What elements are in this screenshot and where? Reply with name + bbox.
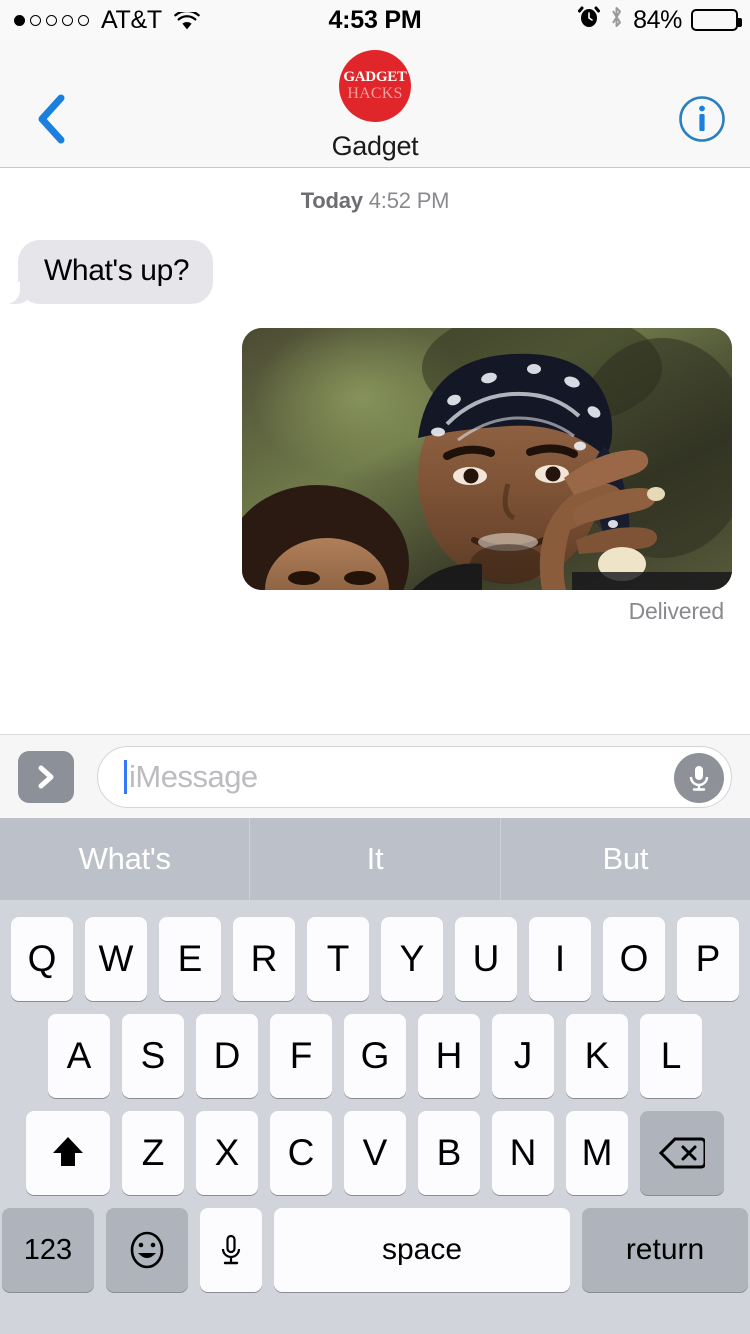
message-input-placeholder: iMessage	[129, 758, 258, 794]
key-v[interactable]: V	[344, 1111, 406, 1195]
avatar[interactable]: GADGET HACKS	[339, 50, 411, 122]
return-key[interactable]: return	[582, 1208, 748, 1292]
dictation-key[interactable]	[200, 1208, 262, 1292]
message-text: What's up?	[44, 254, 190, 287]
key-q[interactable]: Q	[11, 917, 73, 1001]
contact-header[interactable]: GADGET HACKS Gadget	[0, 40, 750, 162]
key-o[interactable]: O	[603, 917, 665, 1001]
key-d[interactable]: D	[196, 1014, 258, 1098]
key-p[interactable]: P	[677, 917, 739, 1001]
info-circle-icon	[679, 96, 725, 142]
key-j[interactable]: J	[492, 1014, 554, 1098]
key-m[interactable]: M	[566, 1111, 628, 1195]
timestamp-day: Today	[300, 188, 363, 213]
conversation-timestamp: Today 4:52 PM	[0, 188, 750, 214]
microphone-icon	[221, 1234, 241, 1265]
key-b[interactable]: B	[418, 1111, 480, 1195]
battery-icon	[691, 9, 742, 31]
key-s[interactable]: S	[122, 1014, 184, 1098]
avatar-line-1: GADGET	[343, 69, 407, 85]
backspace-key[interactable]	[640, 1111, 724, 1195]
nav-bar: GADGET HACKS Gadget	[0, 40, 750, 168]
key-e[interactable]: E	[159, 917, 221, 1001]
microphone-icon	[689, 765, 709, 791]
key-z[interactable]: Z	[122, 1111, 184, 1195]
key-g[interactable]: G	[344, 1014, 406, 1098]
text-cursor	[124, 759, 127, 794]
attached-image	[242, 328, 732, 590]
timestamp-time: 4:52 PM	[368, 188, 450, 213]
key-w[interactable]: W	[85, 917, 147, 1001]
key-n[interactable]: N	[492, 1111, 554, 1195]
info-button[interactable]	[666, 88, 738, 150]
bluetooth-icon	[609, 5, 624, 36]
shift-arrow-up-icon	[53, 1137, 83, 1166]
key-l[interactable]: L	[640, 1014, 702, 1098]
key-h[interactable]: H	[418, 1014, 480, 1098]
prediction-2[interactable]: It	[249, 818, 499, 900]
key-i[interactable]: I	[529, 917, 591, 1001]
status-bar: AT&T 4:53 PM 84%	[0, 0, 750, 40]
avatar-line-2: HACKS	[347, 85, 403, 102]
key-k[interactable]: K	[566, 1014, 628, 1098]
delivery-status: Delivered	[628, 598, 725, 624]
alarm-clock-icon	[578, 5, 601, 36]
backspace-delete-icon	[659, 1137, 705, 1169]
smiley-face-icon	[130, 1231, 164, 1269]
numbers-key[interactable]: 123	[2, 1208, 94, 1292]
message-row-outgoing	[0, 304, 750, 590]
battery-percent-label: 84%	[633, 5, 682, 34]
space-key[interactable]: space	[274, 1208, 570, 1292]
key-f[interactable]: F	[270, 1014, 332, 1098]
chevron-right-icon	[38, 765, 54, 788]
key-t[interactable]: T	[307, 917, 369, 1001]
keyboard: What's It But Q W E R T Y U I O P A S D …	[0, 818, 750, 1334]
message-input-field[interactable]: iMessage	[97, 745, 732, 808]
keyboard-row-3: Z X C V B N M	[0, 1111, 750, 1195]
status-bar-right: 84%	[578, 5, 742, 36]
message-input-bar: iMessage	[0, 734, 750, 818]
key-a[interactable]: A	[48, 1014, 110, 1098]
prediction-3[interactable]: But	[499, 818, 750, 900]
message-bubble-image[interactable]	[242, 328, 732, 590]
keyboard-row-1: Q W E R T Y U I O P	[0, 917, 750, 1001]
predictive-text-bar: What's It But	[0, 818, 750, 900]
key-r[interactable]: R	[233, 917, 295, 1001]
key-c[interactable]: C	[270, 1111, 332, 1195]
message-row-incoming: What's up?	[0, 214, 750, 304]
message-bubble-incoming[interactable]: What's up?	[0, 240, 214, 304]
dictation-button[interactable]	[674, 752, 724, 803]
contact-name: Gadget	[331, 131, 419, 161]
conversation-area: Today 4:52 PM What's up? Delivered	[0, 169, 750, 734]
emoji-key[interactable]	[106, 1208, 188, 1292]
keyboard-row-4: 123 space return	[0, 1208, 750, 1292]
key-y[interactable]: Y	[381, 917, 443, 1001]
app-drawer-expand-button[interactable]	[18, 750, 74, 803]
prediction-1[interactable]: What's	[0, 818, 249, 900]
key-u[interactable]: U	[455, 917, 517, 1001]
key-x[interactable]: X	[196, 1111, 258, 1195]
shift-key[interactable]	[26, 1111, 110, 1195]
keyboard-row-2: A S D F G H J K L	[0, 1014, 750, 1098]
imessage-screen: AT&T 4:53 PM 84% GADGET HACKS Gadget Tod…	[0, 0, 750, 1334]
